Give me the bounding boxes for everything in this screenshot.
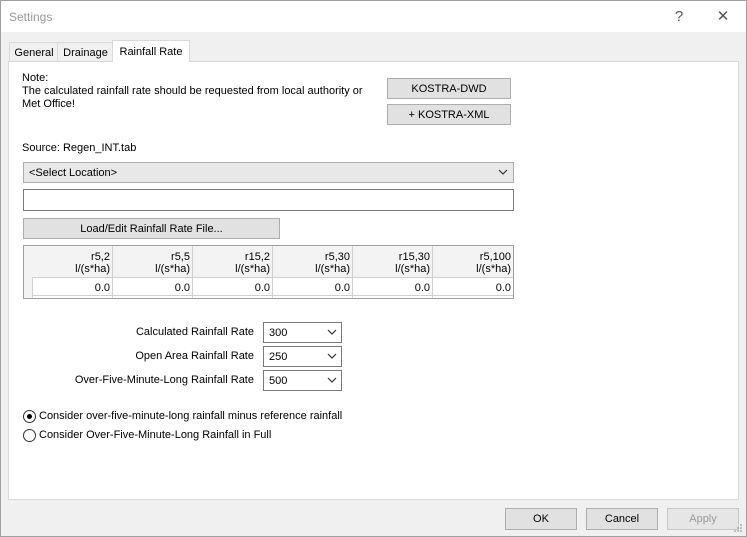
- note-heading: Note:: [22, 72, 49, 84]
- tab-general-label: General: [14, 46, 54, 59]
- column-header: r5,30 l/(s*ha): [273, 246, 352, 278]
- column-header: r5,100 l/(s*ha): [433, 246, 513, 278]
- table-cell[interactable]: 0.0: [433, 278, 513, 296]
- table-cell[interactable]: 0.0: [273, 278, 352, 296]
- table-cell[interactable]: 0.0: [113, 278, 192, 296]
- source-label: Source: Regen_INT.tab: [22, 142, 137, 154]
- load-edit-rainfall-button[interactable]: Load/Edit Rainfall Rate File...: [23, 218, 280, 239]
- column-name: r5,30: [324, 251, 350, 263]
- chevron-down-icon: [498, 169, 508, 175]
- over-five-rate-value: 500: [269, 375, 288, 387]
- kostra-dwd-button[interactable]: KOSTRA-DWD: [387, 78, 511, 99]
- column-name: r5,2: [91, 251, 110, 263]
- chevron-down-icon: [327, 377, 337, 383]
- column-header: r15,30 l/(s*ha): [353, 246, 432, 278]
- table-column: r15,2 l/(s*ha) 0.0: [193, 246, 273, 298]
- note-line-1: The calculated rainfall rate should be r…: [22, 85, 363, 97]
- rainfall-rate-table: r5,2 l/(s*ha) 0.0 r5,5 l/(s*ha) 0.0 r15,2 l…: [23, 245, 514, 299]
- chevron-down-icon: [327, 353, 337, 359]
- tab-general[interactable]: General: [9, 42, 59, 62]
- table-column: r5,30 l/(s*ha) 0.0: [273, 246, 353, 298]
- apply-label: Apply: [689, 513, 717, 525]
- load-edit-label: Load/Edit Rainfall Rate File...: [80, 222, 223, 235]
- column-header: r5,2 l/(s*ha): [32, 246, 112, 278]
- location-select[interactable]: <Select Location>: [23, 162, 514, 183]
- open-area-rate-select[interactable]: 250: [263, 346, 342, 367]
- table-cell[interactable]: 0.0: [193, 278, 272, 296]
- table-cell[interactable]: 0.0: [32, 278, 112, 296]
- radio-in-full[interactable]: [23, 429, 36, 442]
- ok-label: OK: [533, 513, 549, 525]
- window-title: Settings: [9, 10, 53, 24]
- help-button[interactable]: ?: [657, 3, 701, 29]
- chevron-down-icon: [327, 329, 337, 335]
- over-five-rate-select[interactable]: 500: [263, 370, 342, 391]
- column-header: r5,5 l/(s*ha): [113, 246, 192, 278]
- column-name: r5,5: [171, 251, 190, 263]
- column-header: r15,2 l/(s*ha): [193, 246, 272, 278]
- note-line-2: Met Office!: [22, 98, 75, 110]
- table-column: r5,2 l/(s*ha) 0.0: [32, 246, 113, 298]
- radio-minus-reference[interactable]: [23, 410, 36, 423]
- table-cell[interactable]: 0.0: [353, 278, 432, 296]
- column-name: r5,100: [479, 251, 511, 263]
- column-unit: l/(s*ha): [75, 263, 110, 275]
- calculated-rate-value: 300: [269, 327, 288, 339]
- kostra-dwd-label: KOSTRA-DWD: [411, 82, 487, 95]
- cancel-button[interactable]: Cancel: [586, 508, 658, 530]
- radio-minus-reference-label[interactable]: Consider over-five-minute-long rainfall …: [39, 410, 342, 422]
- column-unit: l/(s*ha): [315, 263, 350, 275]
- tab-drainage-label: Drainage: [63, 46, 108, 59]
- column-unit: l/(s*ha): [476, 263, 511, 275]
- kostra-xml-label: + KOSTRA-XML: [408, 108, 490, 121]
- settings-dialog: Settings ? ✕ General Drainage Rainfall R…: [0, 0, 747, 537]
- column-name: r15,2: [244, 251, 270, 263]
- column-name: r15,30: [398, 251, 430, 263]
- over-five-rate-label: Over-Five-Minute-Long Rainfall Rate: [74, 374, 254, 386]
- calculated-rate-label: Calculated Rainfall Rate: [135, 326, 254, 338]
- tab-drainage[interactable]: Drainage: [57, 42, 114, 62]
- column-unit: l/(s*ha): [155, 263, 190, 275]
- ok-button[interactable]: OK: [505, 508, 577, 530]
- radio-in-full-label[interactable]: Consider Over-Five-Minute-Long Rainfall …: [39, 429, 271, 441]
- tab-rainfall-rate-label: Rainfall Rate: [119, 45, 183, 58]
- cancel-label: Cancel: [604, 513, 640, 525]
- open-area-rate-value: 250: [269, 351, 288, 363]
- close-button[interactable]: ✕: [701, 3, 745, 29]
- radio-selected-dot: [27, 414, 32, 419]
- apply-button[interactable]: Apply: [667, 508, 739, 530]
- table-column: r5,5 l/(s*ha) 0.0: [113, 246, 193, 298]
- open-area-rate-label: Open Area Rainfall Rate: [135, 350, 254, 362]
- kostra-xml-button[interactable]: + KOSTRA-XML: [387, 104, 511, 125]
- tab-rainfall-rate[interactable]: Rainfall Rate: [112, 40, 190, 62]
- location-select-value: <Select Location>: [29, 167, 118, 179]
- table-column: r15,30 l/(s*ha) 0.0: [353, 246, 433, 298]
- text-field[interactable]: [23, 189, 514, 211]
- column-unit: l/(s*ha): [235, 263, 270, 275]
- calculated-rate-select[interactable]: 300: [263, 322, 342, 343]
- table-column: r5,100 l/(s*ha) 0.0: [433, 246, 513, 298]
- title-bar: Settings ? ✕: [1, 1, 746, 32]
- resize-grip-icon[interactable]: [733, 523, 743, 533]
- column-unit: l/(s*ha): [395, 263, 430, 275]
